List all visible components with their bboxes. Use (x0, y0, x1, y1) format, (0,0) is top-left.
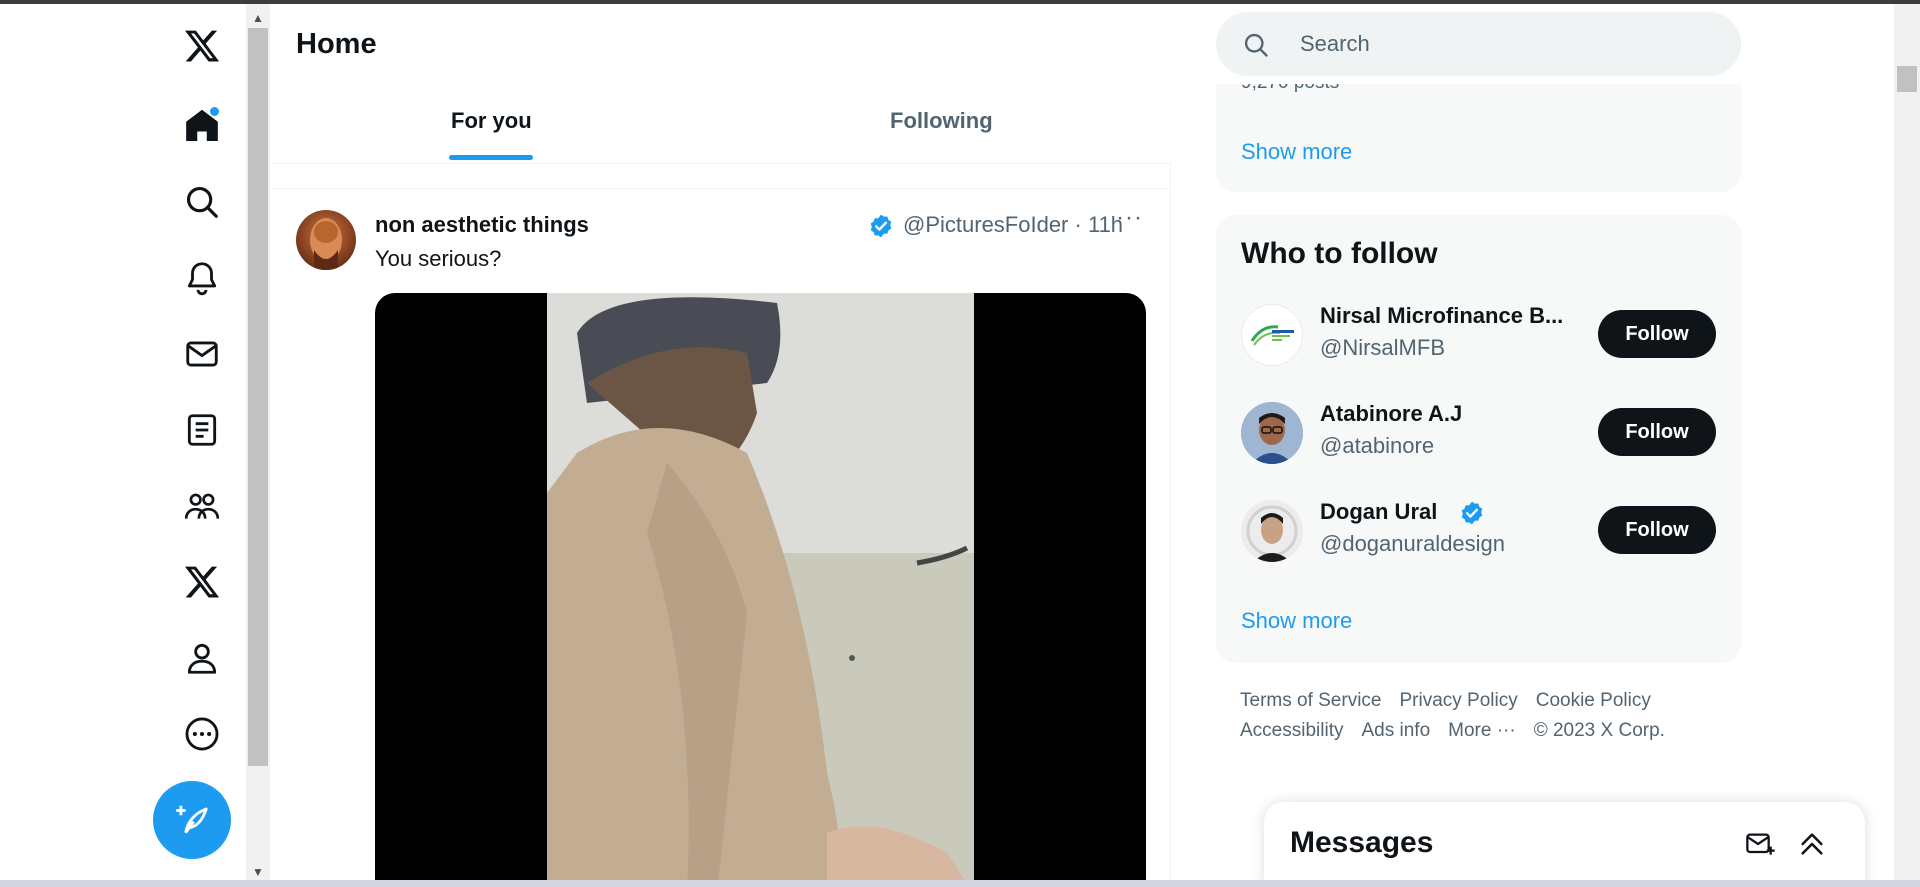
new-message-icon[interactable] (1744, 828, 1776, 860)
avatar-image (310, 218, 342, 270)
post-handle[interactable]: @PicturesFoIder (903, 212, 1068, 237)
tab-following[interactable]: Following (890, 108, 993, 134)
scroll-down-arrow-icon[interactable]: ▼ (252, 866, 264, 878)
x-logo-icon (184, 566, 220, 598)
left-scrollbar[interactable]: ▲ ▼ (246, 4, 270, 887)
trends-show-more-link[interactable]: Show more (1241, 139, 1352, 165)
left-scrollbar-thumb[interactable] (248, 28, 268, 766)
search-icon (1244, 33, 1268, 57)
post-text: You serious? (375, 246, 502, 271)
suggested-user-handle[interactable]: @doganuraldesign (1320, 531, 1505, 557)
dogan-avatar-image (1241, 500, 1303, 562)
premium-nav-button[interactable] (170, 550, 234, 614)
video-frame (547, 293, 974, 887)
post-separator: · (1074, 212, 1082, 237)
suggested-user-handle[interactable]: @atabinore (1320, 433, 1434, 459)
nirsal-logo-image (1250, 325, 1294, 346)
suggested-user-name[interactable]: Nirsal Microfinance B... (1320, 303, 1563, 329)
mail-icon (186, 341, 218, 367)
atabinore-avatar-image (1241, 402, 1303, 464)
video-still-image (547, 293, 974, 887)
compose-post-button[interactable] (153, 781, 231, 859)
bell-icon (187, 262, 217, 296)
footer-row-2: Accessibility Ads info More ··· © 2023 X Co… (1240, 720, 1683, 742)
suggested-user[interactable]: Dogan Ural @doganuraldesign Follow (1216, 485, 1741, 583)
trends-card: 9,270 posts Show more (1216, 84, 1741, 192)
avatar[interactable] (1241, 402, 1303, 464)
avatar[interactable] (1241, 500, 1303, 562)
suggested-user[interactable]: Atabinore A.J @atabinore Follow (1216, 387, 1741, 485)
footer-more-button[interactable]: More ··· (1448, 720, 1516, 741)
feather-plus-icon (176, 805, 208, 834)
footer-link-privacy[interactable]: Privacy Policy (1399, 690, 1517, 711)
post-divider (271, 188, 1171, 189)
x-logo-icon[interactable] (170, 14, 234, 78)
main-timeline: Home For you Following non aesthetic thi… (271, 4, 1171, 887)
avatar[interactable] (296, 210, 356, 270)
page-scrollbar[interactable] (1894, 4, 1920, 887)
communities-icon (184, 493, 220, 519)
trend-post-count: 9,270 posts (1241, 84, 1339, 94)
post-more-button[interactable]: ··· (1116, 204, 1143, 232)
window-bottom-border (0, 880, 1920, 887)
page-scrollbar-thumb[interactable] (1897, 66, 1917, 92)
more-circle-icon (185, 717, 219, 751)
explore-nav-button[interactable] (170, 170, 234, 234)
who-to-follow-show-more-link[interactable]: Show more (1241, 608, 1352, 634)
footer-row-1: Terms of Service Privacy Policy Cookie Pol… (1240, 690, 1669, 712)
lists-icon (187, 414, 217, 446)
post-handle-time: @PicturesFoIder · 11h (903, 212, 1123, 238)
active-tab-indicator (449, 155, 533, 160)
search-input[interactable] (1300, 26, 1700, 62)
home-nav-button[interactable] (170, 94, 234, 158)
search-box[interactable] (1216, 12, 1741, 76)
scroll-up-arrow-icon[interactable]: ▲ (252, 12, 264, 24)
who-to-follow-card: Who to follow Nirsal Microfinance B... @… (1216, 215, 1741, 663)
communities-nav-button[interactable] (170, 474, 234, 538)
post-video[interactable] (375, 293, 1146, 887)
follow-button[interactable]: Follow (1598, 506, 1716, 554)
collapse-up-icon[interactable] (1796, 828, 1828, 860)
left-navigation (140, 4, 246, 887)
footer-link-terms[interactable]: Terms of Service (1240, 690, 1381, 711)
verified-badge-icon (870, 214, 892, 238)
footer-copyright: © 2023 X Corp. (1533, 720, 1665, 741)
unread-badge (209, 106, 220, 117)
suggested-user[interactable]: Nirsal Microfinance B... @NirsalMFB Foll… (1216, 289, 1741, 387)
suggested-user-name[interactable]: Atabinore A.J (1320, 401, 1462, 427)
footer-link-cookie[interactable]: Cookie Policy (1536, 690, 1651, 711)
search-icon (186, 186, 218, 218)
messages-drawer[interactable]: Messages (1264, 802, 1865, 887)
verified-badge-icon (1461, 501, 1483, 525)
post-author-name[interactable]: non aesthetic things (375, 212, 589, 238)
timeline-post[interactable]: non aesthetic things @PicturesFoIder · 1… (271, 190, 1171, 887)
tab-for-you[interactable]: For you (451, 108, 532, 134)
follow-button[interactable]: Follow (1598, 310, 1716, 358)
suggested-user-name[interactable]: Dogan Ural (1320, 499, 1437, 525)
lists-nav-button[interactable] (170, 398, 234, 462)
follow-button[interactable]: Follow (1598, 408, 1716, 456)
avatar[interactable] (1241, 304, 1303, 366)
page-title: Home (296, 28, 377, 60)
messages-drawer-title: Messages (1290, 826, 1434, 859)
notifications-nav-button[interactable] (170, 246, 234, 310)
more-nav-button[interactable] (170, 702, 234, 766)
profile-nav-button[interactable] (170, 626, 234, 690)
footer-link-accessibility[interactable]: Accessibility (1240, 720, 1343, 741)
timeline-header: Home For you Following (271, 4, 1171, 164)
who-to-follow-title: Who to follow (1241, 237, 1438, 270)
messages-nav-button[interactable] (170, 322, 234, 386)
x-logo-glyph (184, 30, 220, 62)
footer-link-ads-info[interactable]: Ads info (1361, 720, 1430, 741)
person-icon (187, 643, 217, 674)
suggested-user-handle[interactable]: @NirsalMFB (1320, 335, 1445, 361)
